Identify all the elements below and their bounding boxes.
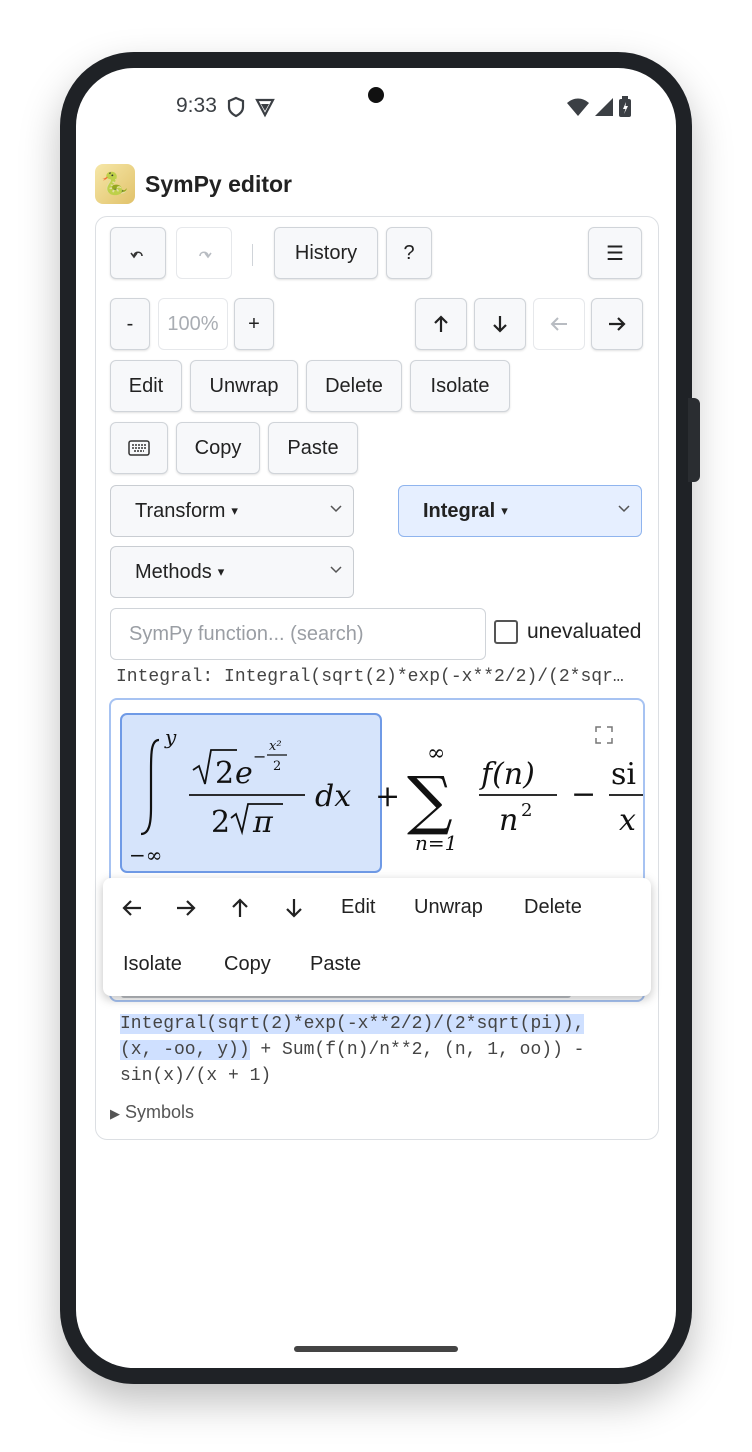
sympy-logo-icon: 🐍: [95, 164, 135, 204]
exp-base: e: [235, 756, 253, 791]
exp-numerator: x²: [269, 739, 282, 754]
ctx-isolate[interactable]: Isolate: [123, 953, 182, 976]
sin-numerator-partial: si: [611, 757, 636, 792]
arrow-left-icon: [550, 317, 567, 331]
vpn-icon: [255, 98, 275, 118]
sum-sign: ∑: [407, 764, 453, 838]
function-search-input[interactable]: [110, 608, 486, 660]
sympy-code-output[interactable]: Integral(sqrt(2)*exp(-x**2/2)/(2*sqrt(pi…: [120, 1011, 640, 1089]
caret-icon: ▾: [501, 503, 508, 518]
chevron-down-icon: [618, 505, 630, 513]
denominator-coefficient: 2: [211, 805, 230, 840]
symbols-label: Symbols: [125, 1102, 195, 1122]
exp-minus: −: [253, 747, 266, 766]
arrow-right-icon: [609, 317, 626, 331]
keyboard-button[interactable]: [110, 422, 168, 474]
context-menu: Edit Unwrap Delete Isolate Copy Paste: [103, 878, 651, 996]
paste-button[interactable]: Paste: [268, 422, 358, 474]
pi-symbol: π: [252, 805, 274, 840]
edit-button[interactable]: Edit: [110, 360, 182, 412]
signal-icon: [595, 98, 613, 116]
methods-select[interactable]: Methods ▾: [110, 546, 354, 598]
differential: dx: [315, 779, 351, 814]
integral-upper-limit: y: [164, 725, 177, 749]
undo-button[interactable]: [110, 227, 166, 279]
sum-lower-limit: n=1: [415, 831, 457, 855]
unevaluated-label: unevaluated: [527, 620, 642, 643]
selection-preview: Integral: Integral(sqrt(2)*exp(-x**2/2)/…: [116, 667, 624, 687]
chevron-down-icon: [330, 505, 342, 513]
arrow-up-icon: [434, 315, 448, 332]
battery-icon: [619, 96, 631, 117]
unevaluated-checkbox[interactable]: [494, 620, 518, 644]
app-title: SymPy editor: [145, 170, 292, 197]
fullscreen-icon[interactable]: [595, 726, 613, 744]
sum-upper-limit: ∞: [427, 741, 445, 766]
chevron-down-icon: [330, 566, 342, 574]
undo-icon: [130, 251, 143, 259]
move-up-button[interactable]: [415, 298, 467, 350]
isolate-button[interactable]: Isolate: [410, 360, 510, 412]
screen: 9:33 🐍 SymPy editor History ? ☰ - 100% +…: [76, 68, 676, 1368]
triangle-right-icon: ▶: [110, 1106, 120, 1121]
front-camera: [368, 87, 384, 103]
redo-icon: [199, 251, 212, 259]
sqrt-radicand: 2: [215, 756, 234, 791]
menu-button[interactable]: ☰: [588, 227, 642, 279]
sum-denominator-exponent: 2: [521, 800, 532, 821]
ctx-arrow-left-icon[interactable]: [121, 898, 143, 918]
ctx-unwrap[interactable]: Unwrap: [414, 896, 483, 919]
ctx-delete[interactable]: Delete: [524, 896, 582, 919]
toolbar-separator: [252, 244, 253, 266]
code-selected-part2: (x, -oo, y)): [120, 1040, 250, 1060]
ctx-copy[interactable]: Copy: [224, 953, 271, 976]
ctx-arrow-right-icon[interactable]: [175, 898, 197, 918]
move-down-button[interactable]: [474, 298, 526, 350]
shield-icon: [227, 96, 245, 118]
ctx-paste[interactable]: Paste: [310, 953, 361, 976]
minus-operator: −: [571, 777, 596, 812]
wifi-icon: [567, 98, 589, 116]
move-left-button[interactable]: [533, 298, 585, 350]
redo-button[interactable]: [176, 227, 232, 279]
zoom-in-button[interactable]: +: [234, 298, 274, 350]
move-right-button[interactable]: [591, 298, 643, 350]
transform-select[interactable]: Transform ▾: [110, 485, 354, 537]
caret-icon: ▾: [217, 564, 225, 579]
methods-select-label: Methods: [135, 560, 212, 583]
integral-select-label: Integral: [423, 499, 496, 522]
zoom-level: 100%: [158, 298, 228, 350]
code-selected-part1: Integral(sqrt(2)*exp(-x**2/2)/(2*sqrt(pi…: [120, 1014, 585, 1034]
status-time: 9:33: [176, 94, 217, 117]
copy-button[interactable]: Copy: [176, 422, 260, 474]
sum-denominator: n: [499, 803, 518, 838]
phone-side-button: [688, 398, 700, 482]
app-header: 🐍 SymPy editor: [95, 164, 292, 204]
ctx-edit[interactable]: Edit: [341, 896, 375, 919]
sum-numerator: f(n): [479, 757, 535, 792]
code-rest-line2: + Sum(f(n)/n**2, (n, 1, oo)) -: [249, 1040, 585, 1060]
plus-operator: +: [375, 779, 400, 814]
integral-select[interactable]: Integral ▾: [398, 485, 642, 537]
symbols-toggle[interactable]: ▶ Symbols: [110, 1102, 194, 1123]
caret-icon: ▾: [231, 503, 238, 518]
code-line3: sin(x)/(x + 1): [120, 1066, 272, 1086]
transform-select-label: Transform: [135, 499, 226, 522]
integral-lower-limit: −∞: [129, 843, 162, 867]
help-button[interactable]: ?: [386, 227, 432, 279]
keyboard-icon: [128, 440, 150, 456]
home-indicator[interactable]: [294, 1346, 458, 1352]
unwrap-button[interactable]: Unwrap: [190, 360, 298, 412]
exp-denominator: 2: [273, 759, 281, 774]
ctx-arrow-up-icon[interactable]: [230, 897, 250, 919]
history-button[interactable]: History: [274, 227, 378, 279]
sin-denominator-partial: x: [619, 803, 636, 838]
delete-button[interactable]: Delete: [306, 360, 402, 412]
arrow-down-icon: [493, 316, 507, 333]
ctx-arrow-down-icon[interactable]: [284, 897, 304, 919]
zoom-out-button[interactable]: -: [110, 298, 150, 350]
